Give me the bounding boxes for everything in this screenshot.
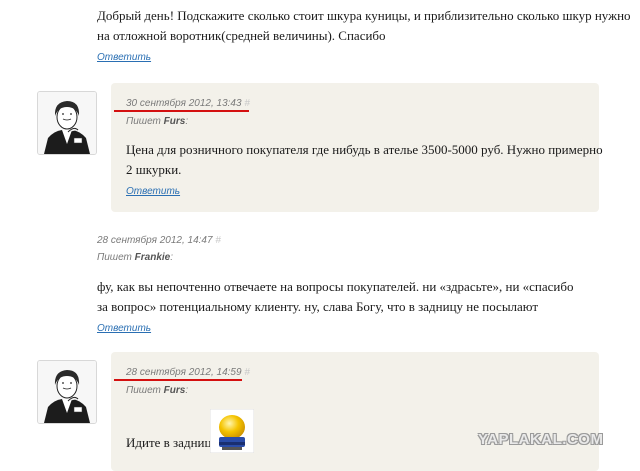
- reply1-date[interactable]: 30 сентября 2012, 13:43: [126, 98, 242, 109]
- comment2-text-line2: за вопрос» потенциальному клиенту. ну, с…: [97, 299, 539, 314]
- author-prefix: Пишет: [97, 252, 132, 263]
- comment1-reply-link[interactable]: Ответить: [97, 52, 151, 63]
- reply2-date-row: 28 сентября 2012, 14:59 #: [126, 367, 250, 378]
- reply1-author-row: Пишет Furs:: [126, 116, 188, 127]
- user-avatar-icon: [38, 92, 96, 154]
- reply1-reply-link[interactable]: Ответить: [126, 186, 180, 197]
- avatar: [37, 360, 97, 424]
- watermark: YAPLAKAL.COM: [478, 431, 604, 448]
- comment2-reply-link[interactable]: Ответить: [97, 323, 151, 334]
- comment1-text-line1: Добрый день! Подскажите сколько стоит шк…: [97, 8, 631, 23]
- comment1-text: Добрый день! Подскажите сколько стоит шк…: [97, 6, 631, 46]
- comment1-text-line2: на отложной воротник(средней величины). …: [97, 28, 386, 43]
- comment2-text-line1: фу, как вы непочтенно отвечаете на вопро…: [97, 279, 574, 294]
- reply2-author-row: Пишет Furs:: [126, 385, 188, 396]
- author-suffix: :: [185, 385, 189, 396]
- reply1-date-row: 30 сентября 2012, 13:43 #: [126, 98, 250, 109]
- comment2-author: Frankie: [134, 252, 171, 263]
- author-suffix: :: [170, 252, 174, 263]
- reply1-text-line2: 2 шкурки.: [126, 162, 182, 177]
- reply1-permalink[interactable]: #: [245, 98, 251, 109]
- comment2-author-row: Пишет Frankie:: [97, 252, 173, 263]
- emoticon-smiley-icon: [209, 408, 255, 454]
- user-avatar-icon: [38, 361, 96, 423]
- highlight-underline: [114, 379, 242, 381]
- author-prefix: Пишет: [126, 116, 161, 127]
- author-suffix: :: [185, 116, 189, 127]
- author-prefix: Пишет: [126, 385, 161, 396]
- highlight-underline: [114, 110, 249, 112]
- avatar: [37, 91, 97, 155]
- reply2-text: Идите в задницу.: [126, 435, 220, 450]
- comment2-date-row: 28 сентября 2012, 14:47 #: [97, 235, 221, 246]
- reply2-date[interactable]: 28 сентября 2012, 14:59: [126, 367, 242, 378]
- reply2-permalink[interactable]: #: [245, 367, 251, 378]
- reply2-author: Furs: [163, 385, 186, 396]
- comment2-date[interactable]: 28 сентября 2012, 14:47: [97, 235, 213, 246]
- reply1-text: Цена для розничного покупателя где нибуд…: [126, 140, 603, 180]
- comment2-text: фу, как вы непочтенно отвечаете на вопро…: [97, 277, 574, 317]
- reply1-author: Furs: [163, 116, 186, 127]
- comment2-permalink[interactable]: #: [216, 235, 222, 246]
- reply1-text-line1: Цена для розничного покупателя где нибуд…: [126, 142, 603, 157]
